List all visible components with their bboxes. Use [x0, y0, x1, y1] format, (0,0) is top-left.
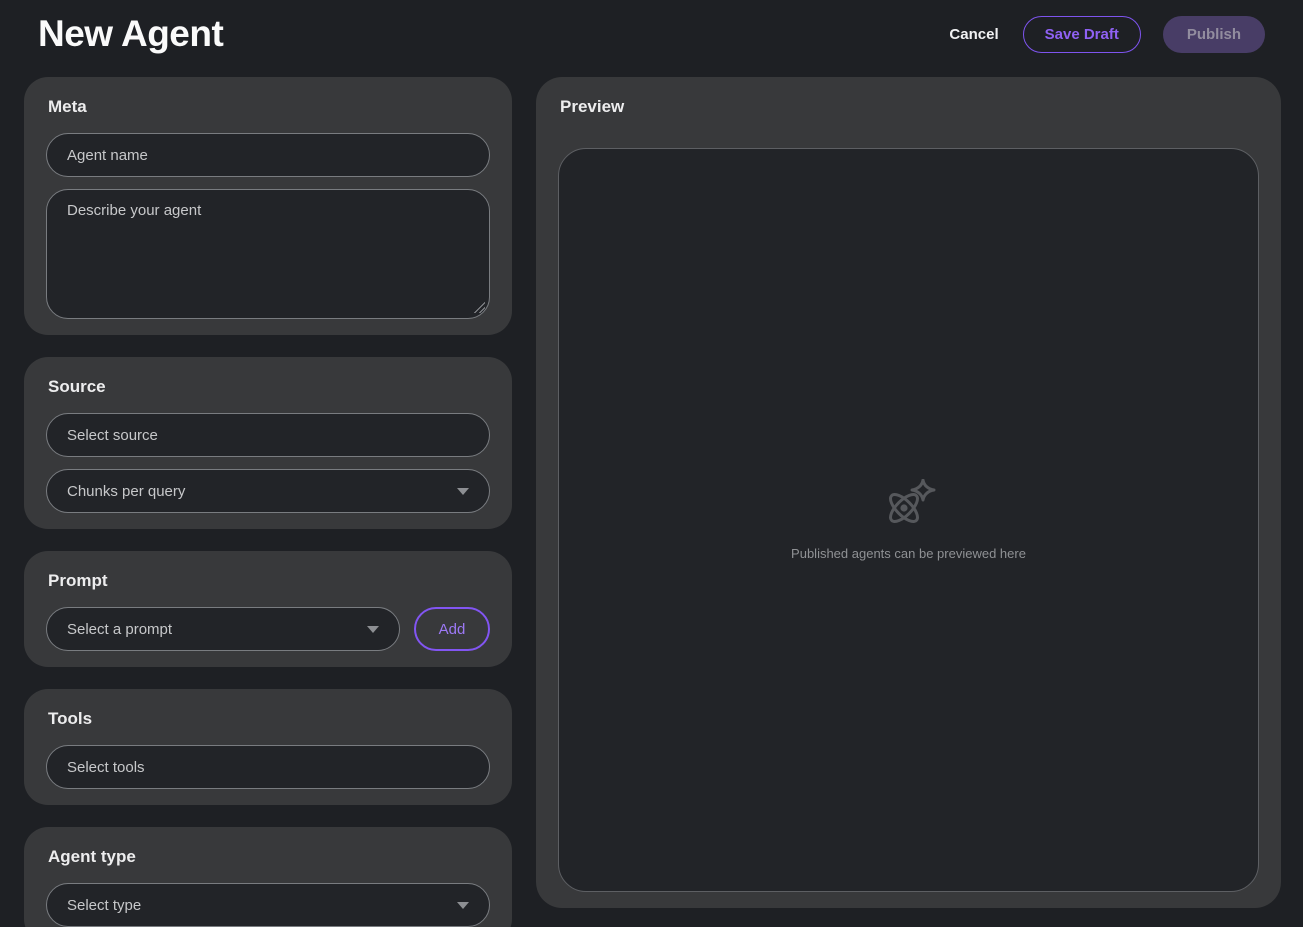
prompt-card-title: Prompt [48, 571, 490, 591]
chevron-down-icon [457, 488, 469, 495]
atom-sparkle-icon [881, 479, 937, 536]
cancel-button[interactable]: Cancel [947, 18, 1000, 51]
add-prompt-button[interactable]: Add [414, 607, 490, 651]
meta-card: Meta [24, 77, 512, 335]
chunks-per-query-select[interactable]: Chunks per query [46, 469, 490, 513]
agent-type-card: Agent type Select type [24, 827, 512, 927]
main-content: Meta Source Chunks per query Prompt Sele… [0, 68, 1303, 908]
agent-description-wrap [46, 189, 490, 319]
agent-type-select[interactable]: Select type [46, 883, 490, 927]
chevron-down-icon [367, 626, 379, 633]
header: New Agent Cancel Save Draft Publish [0, 0, 1303, 68]
agent-description-textarea[interactable] [46, 189, 490, 319]
prompt-select[interactable]: Select a prompt [46, 607, 400, 651]
prompt-card: Prompt Select a prompt Add [24, 551, 512, 667]
prompt-select-label: Select a prompt [67, 621, 172, 638]
preview-panel: Published agents can be previewed here [558, 148, 1259, 892]
select-source-input[interactable] [46, 413, 490, 457]
agent-type-card-title: Agent type [48, 847, 490, 867]
tools-card-title: Tools [48, 709, 490, 729]
publish-button[interactable]: Publish [1163, 16, 1265, 53]
agent-name-input[interactable] [46, 133, 490, 177]
preview-card: Preview Published agents can be previewe… [536, 77, 1281, 908]
save-draft-button[interactable]: Save Draft [1023, 16, 1141, 53]
chevron-down-icon [457, 902, 469, 909]
prompt-row: Select a prompt Add [46, 607, 490, 651]
form-column: Meta Source Chunks per query Prompt Sele… [24, 77, 512, 908]
preview-empty-message: Published agents can be previewed here [791, 546, 1026, 561]
agent-type-select-label: Select type [67, 897, 141, 914]
source-card: Source Chunks per query [24, 357, 512, 529]
chunks-per-query-label: Chunks per query [67, 483, 185, 500]
select-tools-input[interactable] [46, 745, 490, 789]
meta-card-title: Meta [48, 97, 490, 117]
header-actions: Cancel Save Draft Publish [947, 16, 1265, 53]
preview-card-title: Preview [560, 97, 1259, 117]
source-card-title: Source [48, 377, 490, 397]
tools-card: Tools [24, 689, 512, 805]
page-title: New Agent [38, 13, 223, 55]
